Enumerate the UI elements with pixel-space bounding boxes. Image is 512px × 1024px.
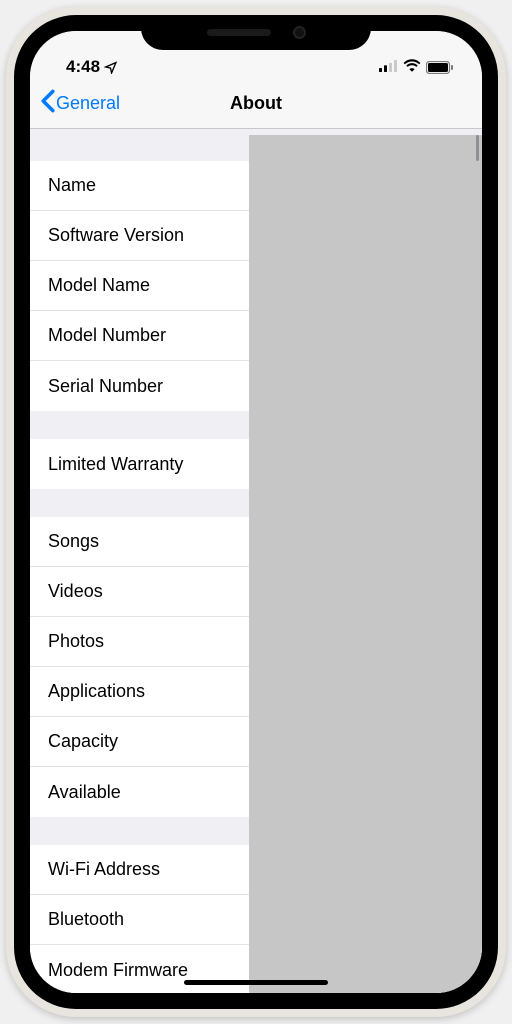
row-label: Software Version	[48, 225, 184, 246]
content-area: Name Software Version Model Name Model N…	[30, 129, 482, 993]
cellular-icon	[379, 57, 398, 77]
row-label: Wi-Fi Address	[48, 859, 160, 880]
chevron-left-icon	[40, 89, 56, 118]
value-redaction-overlay	[249, 135, 482, 993]
front-camera	[293, 26, 306, 39]
back-button[interactable]: General	[40, 89, 120, 118]
row-label: Bluetooth	[48, 909, 124, 930]
location-icon	[104, 61, 117, 74]
row-label: Available	[48, 782, 121, 803]
home-indicator[interactable]	[184, 980, 328, 985]
row-label: Modem Firmware	[48, 960, 188, 981]
row-label: Photos	[48, 631, 104, 652]
phone-bezel: 4:48	[14, 15, 498, 1009]
row-label: Applications	[48, 681, 145, 702]
clock-label: 4:48	[66, 57, 100, 77]
row-label: Limited Warranty	[48, 454, 183, 475]
wifi-icon	[403, 57, 421, 77]
row-label: Videos	[48, 581, 103, 602]
phone-frame: 4:48	[6, 7, 506, 1017]
nav-bar: General About	[30, 79, 482, 129]
row-label: Model Name	[48, 275, 150, 296]
row-label: Model Number	[48, 325, 166, 346]
battery-icon	[426, 61, 454, 74]
scroll-indicator	[476, 135, 479, 161]
row-label: Songs	[48, 531, 99, 552]
row-label: Serial Number	[48, 376, 163, 397]
row-label: Capacity	[48, 731, 118, 752]
notch	[141, 15, 371, 50]
speaker-grille	[207, 29, 271, 36]
row-label: Name	[48, 175, 96, 196]
back-label: General	[56, 93, 120, 114]
screen: 4:48	[30, 31, 482, 993]
